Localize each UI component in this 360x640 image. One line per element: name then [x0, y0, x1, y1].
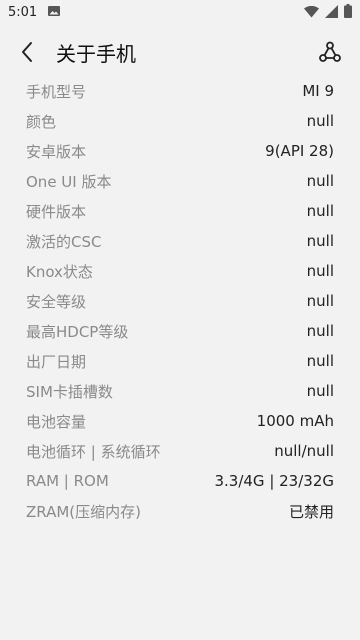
info-value: null — [306, 292, 334, 310]
chevron-left-icon — [22, 42, 32, 62]
battery-icon — [344, 3, 352, 22]
info-label: 颜色 — [26, 112, 57, 131]
app-bar: 关于手机 — [0, 28, 360, 76]
info-row: SIM卡插槽数 null — [0, 376, 360, 406]
info-row: 颜色 null — [0, 106, 360, 136]
info-value: null — [306, 232, 334, 250]
share-button[interactable] — [312, 34, 348, 70]
info-label: RAM | ROM — [26, 472, 109, 490]
info-label: 激活的CSC — [26, 232, 102, 251]
info-value: 已禁用 — [288, 502, 334, 521]
share-nodes-icon — [319, 41, 341, 62]
info-label: SIM卡插槽数 — [26, 382, 113, 401]
info-label: 出厂日期 — [26, 352, 87, 371]
info-row: 安卓版本 9(API 28) — [0, 136, 360, 166]
info-label: 安全等级 — [26, 292, 87, 311]
info-value: null — [306, 172, 334, 190]
info-value: null/null — [274, 442, 334, 460]
info-label: 硬件版本 — [26, 202, 87, 221]
page-title: 关于手机 — [56, 41, 136, 66]
wifi-icon — [304, 3, 319, 22]
info-value: 1000 mAh — [256, 412, 334, 430]
info-label: 电池循环 | 系统循环 — [26, 442, 161, 461]
status-icons — [304, 3, 352, 22]
info-row: 电池循环 | 系统循环 null/null — [0, 436, 360, 466]
image-icon — [47, 3, 61, 22]
info-value: null — [306, 352, 334, 370]
info-row: RAM | ROM 3.3/4G | 23/32G — [0, 466, 360, 496]
info-value: 3.3/4G | 23/32G — [214, 472, 334, 490]
info-row: 最高HDCP等级 null — [0, 316, 360, 346]
signal-icon — [325, 3, 338, 22]
info-label: One UI 版本 — [26, 172, 112, 191]
info-label: ZRAM(压缩内存) — [26, 502, 141, 521]
info-row: Knox状态 null — [0, 256, 360, 286]
info-row: One UI 版本 null — [0, 166, 360, 196]
info-label: 手机型号 — [26, 82, 87, 101]
info-value: MI 9 — [302, 82, 334, 100]
back-button[interactable] — [3, 28, 51, 76]
info-row: 手机型号 MI 9 — [0, 76, 360, 106]
info-value: null — [306, 112, 334, 130]
info-row: 安全等级 null — [0, 286, 360, 316]
info-value: null — [306, 202, 334, 220]
info-row: 出厂日期 null — [0, 346, 360, 376]
info-label: Knox状态 — [26, 262, 93, 281]
info-row: 激活的CSC null — [0, 226, 360, 256]
info-row: ZRAM(压缩内存) 已禁用 — [0, 496, 360, 526]
info-label: 安卓版本 — [26, 142, 87, 161]
status-bar: 5:01 — [0, 0, 360, 24]
status-time: 5:01 — [8, 4, 38, 20]
info-row: 硬件版本 null — [0, 196, 360, 226]
info-value: null — [306, 322, 334, 340]
info-value: 9(API 28) — [265, 142, 334, 160]
device-info-list: 手机型号 MI 9 颜色 null 安卓版本 9(API 28) One UI 版本 null… — [0, 76, 360, 526]
info-value: null — [306, 262, 334, 280]
info-label: 最高HDCP等级 — [26, 322, 129, 341]
info-row: 电池容量 1000 mAh — [0, 406, 360, 436]
info-label: 电池容量 — [26, 412, 87, 431]
info-value: null — [306, 382, 334, 400]
